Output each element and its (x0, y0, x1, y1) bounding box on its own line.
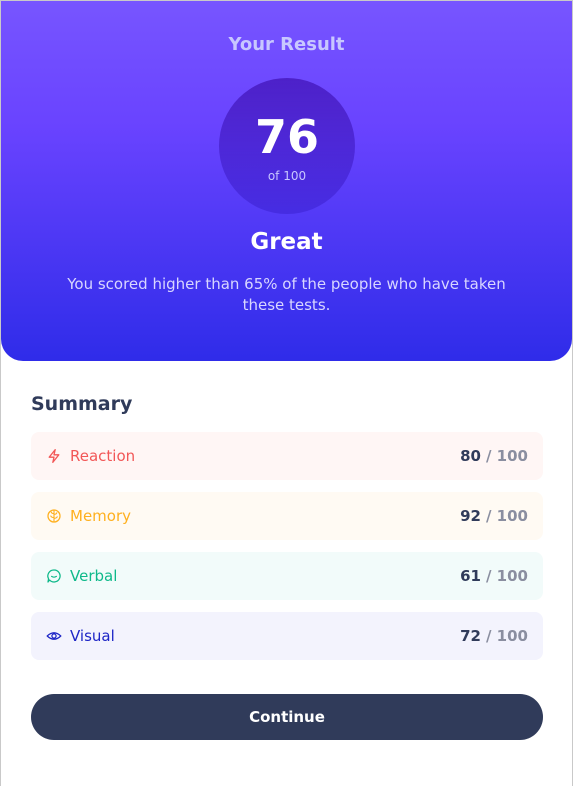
lightning-icon (46, 448, 62, 464)
chat-bubble-icon (46, 568, 62, 584)
summary-item-visual: Visual 72 / 100 (31, 612, 543, 660)
result-title: Your Result (228, 34, 345, 55)
summary-item-reaction: Reaction 80 / 100 (31, 432, 543, 480)
summary-item-max: / 100 (485, 507, 528, 525)
eye-icon (46, 628, 62, 644)
score-of-label: of 100 (267, 169, 307, 183)
rating-label: Great (250, 229, 323, 255)
summary-item-label: Visual (70, 627, 115, 645)
summary-item-score: 72 (460, 627, 481, 645)
summary-item-max: / 100 (485, 627, 528, 645)
summary-item-label: Reaction (70, 447, 136, 465)
summary-item-max: / 100 (485, 447, 528, 465)
summary-item-verbal: Verbal 61 / 100 (31, 552, 543, 600)
continue-button[interactable]: Continue (31, 694, 543, 740)
result-description: You scored higher than 65% of the people… (67, 275, 506, 314)
result-panel: Your Result 76 of 100 Great You scored h… (1, 1, 572, 361)
summary-item-max: / 100 (485, 567, 528, 585)
summary-item-label: Memory (70, 507, 132, 525)
results-page: Your Result 76 of 100 Great You scored h… (0, 0, 573, 786)
summary-title: Summary (31, 393, 133, 415)
summary-item-score: 80 (460, 447, 481, 465)
brain-icon (46, 508, 62, 524)
summary-item-label: Verbal (70, 567, 118, 585)
summary-item-score: 92 (460, 507, 481, 525)
summary-item-memory: Memory 92 / 100 (31, 492, 543, 540)
score-value: 76 (254, 110, 319, 164)
score-circle: 76 of 100 (219, 78, 355, 214)
summary-item-score: 61 (460, 567, 481, 585)
